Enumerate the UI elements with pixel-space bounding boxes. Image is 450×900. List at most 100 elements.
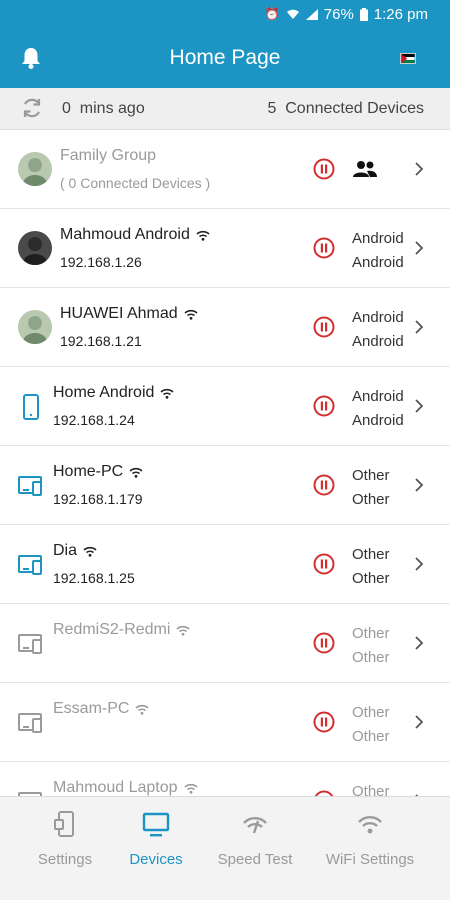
device-ip: ( 0 Connected Devices )	[60, 175, 211, 191]
pause-icon[interactable]	[313, 316, 335, 338]
device-name-text: Mahmoud Laptop	[53, 779, 178, 796]
computer-icon	[18, 634, 42, 654]
pause-icon[interactable]	[313, 553, 335, 575]
nav-wifi-settings-label: WiFi Settings	[325, 851, 415, 868]
wifi-status-icon	[286, 9, 299, 19]
chevron-right-icon[interactable]	[414, 477, 424, 493]
device-type: Other Other	[352, 464, 390, 512]
device-type: Other Other	[352, 622, 390, 670]
computer-icon	[18, 476, 42, 496]
pause-icon[interactable]	[313, 474, 335, 496]
chevron-right-icon[interactable]	[414, 556, 424, 572]
device-row[interactable]: Essam-PC Other Other	[0, 683, 450, 762]
device-type-primary: Other	[352, 467, 390, 484]
device-row[interactable]: Dia 192.168.1.25 Other Other	[0, 525, 450, 604]
device-name-text: Family Group	[60, 147, 157, 164]
wifi-signal-icon	[176, 625, 190, 636]
nav-devices[interactable]: Devices	[101, 811, 211, 868]
device-name-text: Home-PC	[53, 463, 124, 480]
device-name-text: Mahmoud Android	[60, 226, 190, 243]
connected-count-value: 5	[267, 99, 277, 117]
language-flag-icon[interactable]	[400, 53, 416, 64]
device-name-text: Dia	[53, 542, 78, 559]
app-header: Home Page	[0, 28, 450, 88]
device-type: Other Other	[352, 701, 390, 749]
device-type-secondary: Other	[352, 570, 390, 587]
device-type-primary: Other	[352, 546, 390, 563]
device-row[interactable]: Home Android 192.168.1.24 Android Androi…	[0, 367, 450, 446]
wifi-signal-icon	[135, 704, 149, 715]
device-ip: 192.168.1.25	[53, 570, 135, 586]
connected-count-label: 5 Connected Devices	[267, 100, 424, 118]
avatar	[18, 310, 52, 344]
device-row[interactable]: Home-PC 192.168.1.179 Other Other	[0, 446, 450, 525]
device-row[interactable]: RedmiS2-Redmi Other Other	[0, 604, 450, 683]
avatar	[18, 152, 52, 186]
device-row[interactable]: Mahmoud Laptop Other Other	[0, 762, 450, 796]
smartphone-icon	[23, 394, 39, 420]
notification-bell-icon[interactable]	[20, 46, 42, 70]
device-name: HUAWEI Ahmad	[60, 305, 198, 323]
pause-icon[interactable]	[313, 632, 335, 654]
computer-icon	[18, 792, 42, 796]
device-type: Other Other	[352, 543, 390, 591]
computer-icon	[18, 713, 42, 733]
device-ip: 192.168.1.26	[60, 254, 142, 270]
device-name: Dia	[53, 542, 97, 560]
minutes-label: mins ago	[79, 99, 145, 117]
refresh-icon[interactable]	[20, 96, 44, 120]
device-ip: 192.168.1.179	[53, 491, 143, 507]
device-type-primary: Android	[352, 309, 404, 326]
nav-devices-label: Devices	[129, 851, 183, 868]
device-name: Essam-PC	[53, 700, 149, 718]
device-type-secondary: Other	[352, 491, 390, 508]
avatar	[18, 231, 52, 265]
chevron-right-icon[interactable]	[414, 161, 424, 177]
summary-bar: 0 mins ago 5 Connected Devices	[0, 88, 450, 130]
device-type-primary: Other	[352, 704, 390, 721]
device-type-primary: Other	[352, 625, 390, 642]
computer-icon	[18, 555, 42, 575]
chevron-right-icon[interactable]	[414, 319, 424, 335]
device-row[interactable]: HUAWEI Ahmad 192.168.1.21 Android Androi…	[0, 288, 450, 367]
pause-icon[interactable]	[313, 711, 335, 733]
clock: 1:26 pm	[373, 5, 428, 23]
page-title: Home Page	[169, 46, 281, 69]
monitor-icon	[142, 812, 170, 837]
pause-icon[interactable]	[313, 237, 335, 259]
device-row[interactable]: Family Group ( 0 Connected Devices )	[0, 130, 450, 209]
nav-speed-test-label: Speed Test	[217, 851, 293, 868]
device-type-secondary: Other	[352, 649, 390, 666]
device-name: Mahmoud Laptop	[53, 779, 198, 796]
pause-icon[interactable]	[313, 158, 335, 180]
status-bar: ⏰ 76% 1:26 pm	[0, 0, 450, 28]
wifi-signal-icon	[160, 388, 174, 399]
device-type-primary: Android	[352, 230, 404, 247]
wifi-signal-icon	[183, 783, 198, 794]
device-list[interactable]: Family Group ( 0 Connected Devices ) Mah…	[0, 130, 450, 796]
group-icon[interactable]	[352, 160, 378, 178]
wifi-signal-icon	[196, 230, 210, 241]
device-name: Family Group	[60, 147, 156, 165]
device-name-text: Essam-PC	[53, 700, 130, 717]
chevron-right-icon[interactable]	[414, 398, 424, 414]
battery-level: 76%	[323, 5, 354, 23]
wifi-signal-icon	[184, 309, 198, 320]
chevron-right-icon[interactable]	[414, 635, 424, 651]
device-row[interactable]: Mahmoud Android 192.168.1.26 Android And…	[0, 209, 450, 288]
bottom-nav: Settings Devices Speed Test WiFi Setting…	[0, 796, 450, 900]
pause-icon[interactable]	[313, 395, 335, 417]
nav-wifi-settings[interactable]: WiFi Settings	[315, 811, 425, 868]
chevron-right-icon[interactable]	[414, 240, 424, 256]
device-name-text: RedmiS2-Redmi	[53, 621, 171, 638]
battery-icon	[359, 7, 368, 21]
nav-speed-test[interactable]: Speed Test	[200, 811, 310, 868]
connected-count-text: Connected Devices	[285, 99, 424, 117]
chevron-right-icon[interactable]	[414, 714, 424, 730]
wifi-icon	[358, 816, 382, 834]
settings-device-icon	[54, 811, 74, 837]
device-type-primary: Android	[352, 388, 404, 405]
device-type: Android Android	[352, 385, 404, 433]
signal-icon	[305, 8, 318, 20]
device-name-text: Home Android	[53, 384, 155, 401]
